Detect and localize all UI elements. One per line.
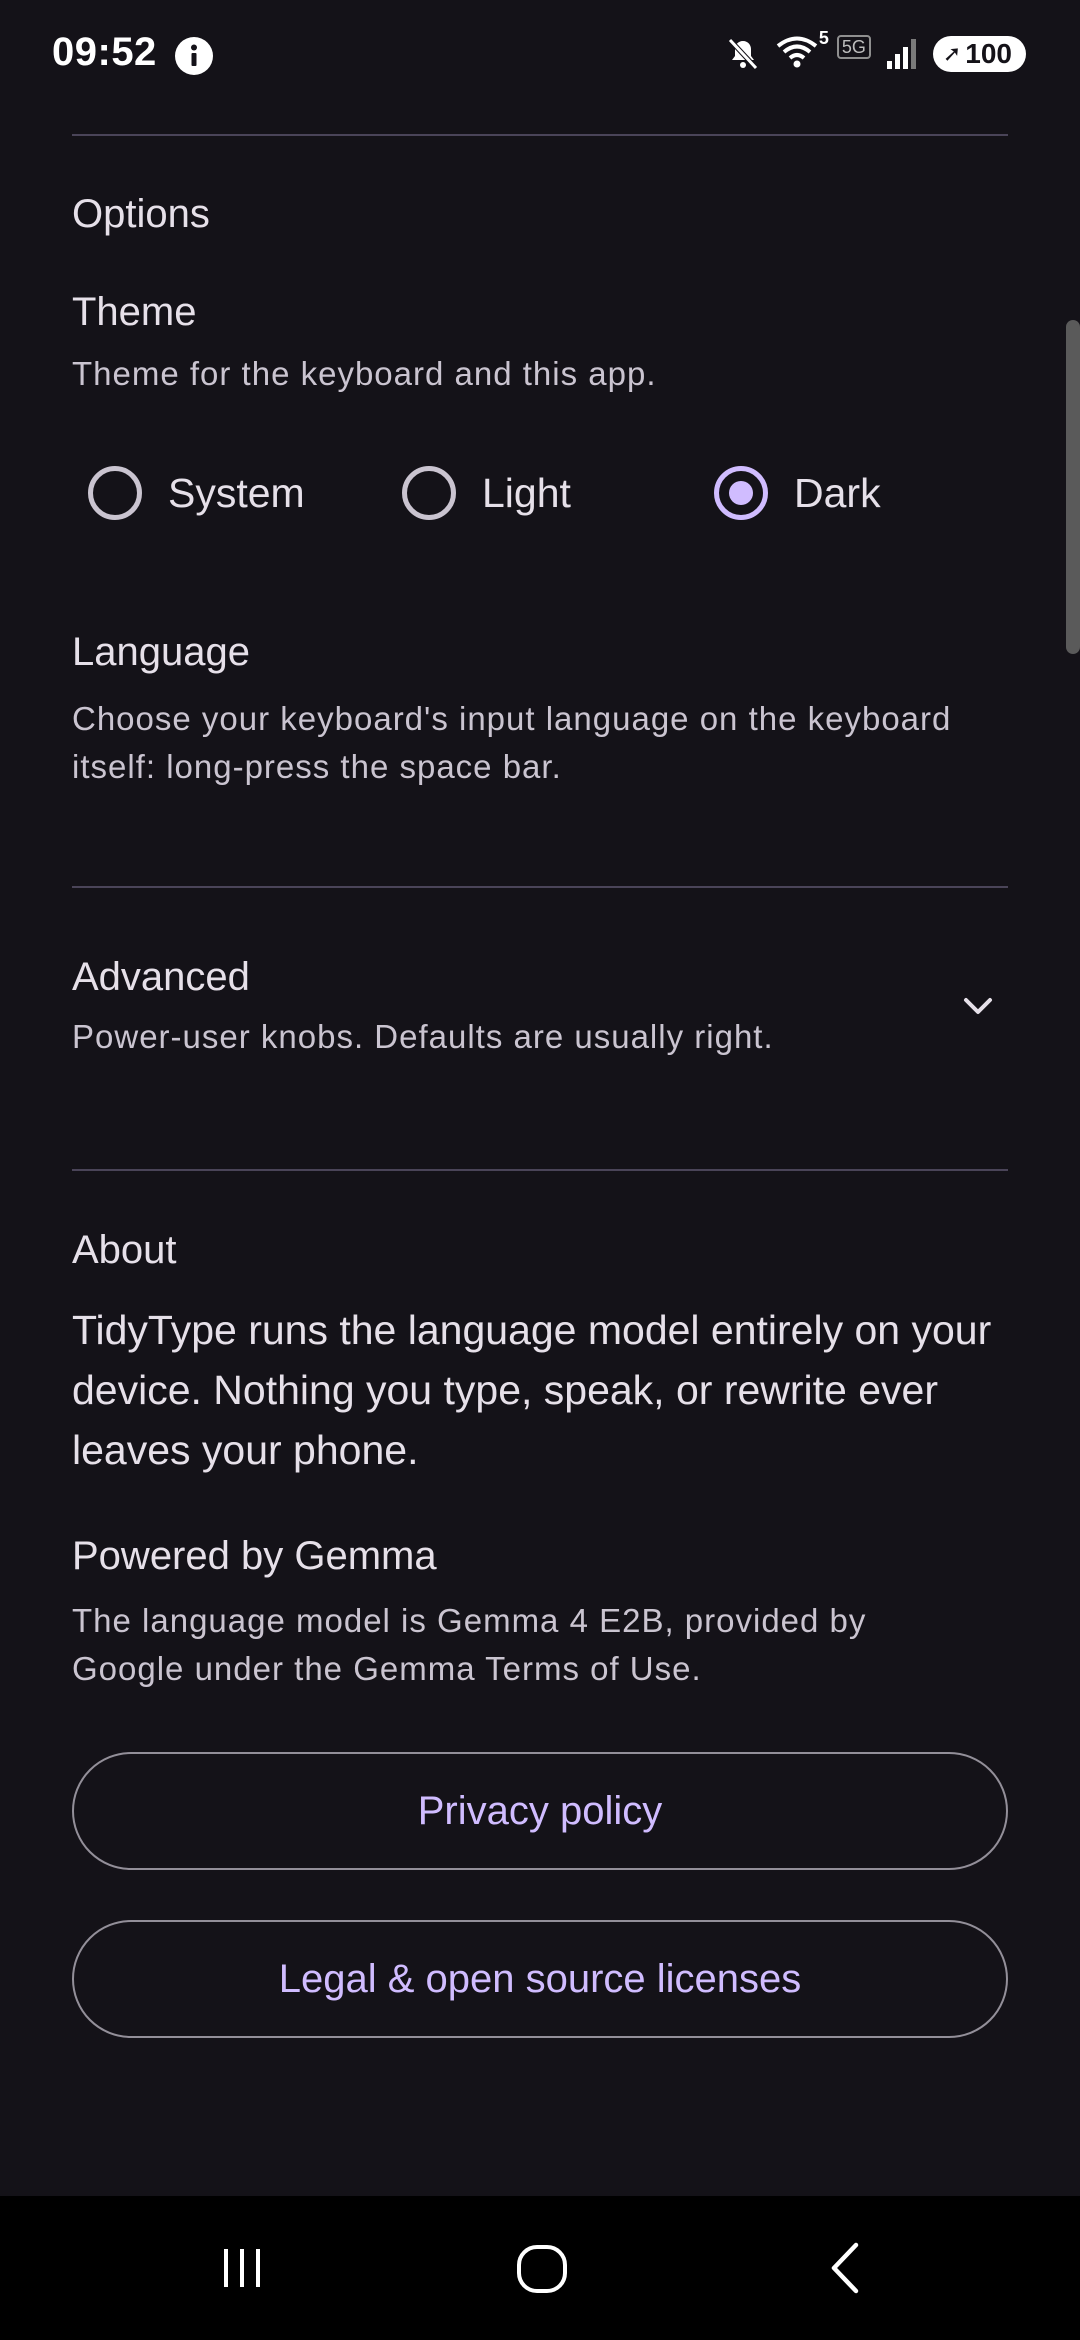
- status-time: 09:52: [52, 30, 157, 74]
- back-button[interactable]: [806, 2232, 886, 2304]
- chevron-down-icon[interactable]: [958, 986, 998, 1026]
- recents-button[interactable]: [202, 2232, 282, 2304]
- language-title: Language: [72, 630, 250, 674]
- powered-by-text: The language model is Gemma 4 E2B, provi…: [72, 1602, 867, 1687]
- theme-option-light[interactable]: Light: [402, 460, 571, 526]
- battery-icon: ➚ 100: [932, 36, 1026, 72]
- top-divider: [72, 134, 1008, 136]
- theme-description: Theme for the keyboard and this app.: [72, 355, 657, 392]
- options-section-title: Options: [72, 192, 210, 236]
- advanced-row[interactable]: Advanced Power-user knobs. Defaults are …: [0, 900, 1080, 1160]
- advanced-divider: [72, 1169, 1008, 1171]
- radio-light[interactable]: [402, 466, 456, 520]
- language-divider: [72, 886, 1008, 888]
- privacy-policy-button[interactable]: Privacy policy: [72, 1752, 1008, 1870]
- theme-option-dark[interactable]: Dark: [714, 460, 881, 526]
- settings-screen: 09:52 5 5G ➚ 100 Options Theme Theme for…: [0, 0, 1080, 2340]
- advanced-title: Advanced: [72, 955, 250, 999]
- radio-label-system: System: [168, 469, 305, 516]
- legal-licenses-button[interactable]: Legal & open source licenses: [72, 1920, 1008, 2038]
- home-icon: [517, 2245, 567, 2293]
- home-button[interactable]: [502, 2232, 582, 2304]
- theme-radio-group: System Light Dark: [88, 460, 988, 526]
- 5g-icon: 5G: [836, 35, 871, 59]
- about-section-title: About: [72, 1228, 177, 1272]
- about-text: TidyType runs the language model entirel…: [72, 1307, 992, 1473]
- theme-title: Theme: [72, 290, 197, 334]
- back-icon: [831, 2242, 859, 2294]
- radio-dark[interactable]: [714, 466, 768, 520]
- info-icon: [175, 37, 213, 75]
- language-description: Choose your keyboard's input language on…: [72, 700, 952, 785]
- radio-label-dark: Dark: [794, 469, 881, 516]
- mute-icon: [727, 38, 758, 70]
- wifi-badge: 5: [818, 28, 829, 48]
- battery-level: 100: [965, 38, 1012, 69]
- theme-option-system[interactable]: System: [88, 460, 305, 526]
- status-bar: 09:52 5 5G ➚ 100: [0, 0, 1080, 108]
- scrollbar[interactable]: [1066, 320, 1080, 654]
- signal-icon: [886, 39, 916, 69]
- recents-icon: [224, 2249, 260, 2287]
- status-icons: 5 5G ➚ 100: [725, 28, 1026, 76]
- wifi-icon: 5: [775, 28, 829, 74]
- radio-system[interactable]: [88, 466, 142, 520]
- navigation-bar: [0, 2196, 1080, 2340]
- radio-label-light: Light: [482, 469, 571, 516]
- powered-by-title: Powered by Gemma: [72, 1534, 437, 1578]
- advanced-description: Power-user knobs. Defaults are usually r…: [72, 1018, 774, 1055]
